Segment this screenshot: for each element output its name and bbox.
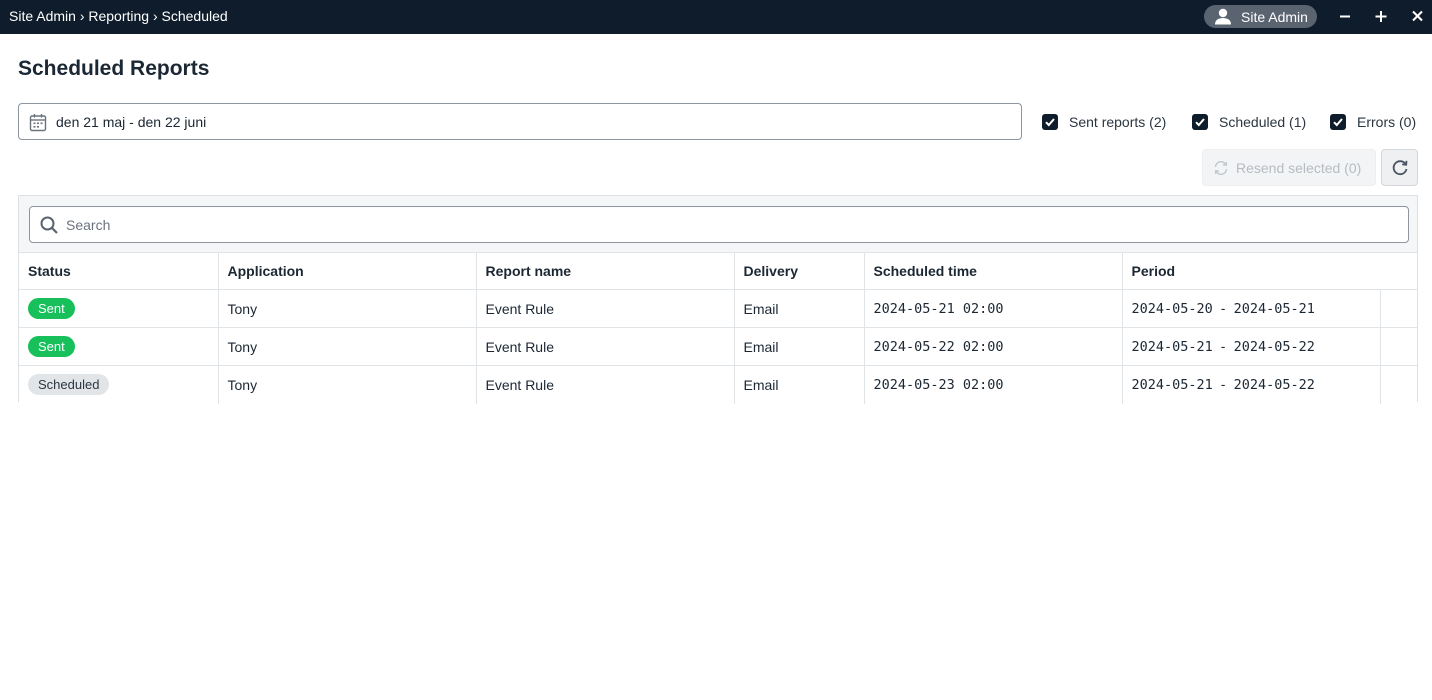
minimize-icon bbox=[1340, 15, 1350, 18]
delivery-cell: Email bbox=[734, 289, 865, 328]
minimize-button[interactable] bbox=[1335, 6, 1355, 26]
refresh-icon bbox=[1392, 160, 1408, 176]
scheduled-time-cell: 2024-05-21 02:00 bbox=[864, 289, 1123, 328]
search-input[interactable] bbox=[66, 215, 1386, 235]
period-cell: 2024-05-21 - 2024-05-22 bbox=[1122, 365, 1381, 404]
period-start: 2024-05-21 bbox=[1131, 338, 1213, 355]
delivery-cell: Email bbox=[734, 327, 865, 366]
scheduled-time: 02:00 bbox=[962, 376, 1004, 393]
period-end: 2024-05-22 bbox=[1233, 338, 1315, 355]
column-header-scheduled-time[interactable]: Scheduled time bbox=[864, 252, 1123, 290]
resend-icon bbox=[1214, 161, 1228, 175]
report-name-cell: Event Rule bbox=[476, 365, 735, 404]
status-badge: Sent bbox=[28, 298, 75, 319]
report-name-cell: Event Rule bbox=[476, 327, 735, 366]
column-header-status[interactable]: Status bbox=[19, 252, 219, 290]
search-box[interactable] bbox=[29, 206, 1409, 243]
scheduled-time-cell: 2024-05-22 02:00 bbox=[864, 327, 1123, 366]
application-cell: Tony bbox=[218, 365, 477, 404]
column-header-application[interactable]: Application bbox=[218, 252, 477, 290]
status-badge: Sent bbox=[28, 336, 75, 357]
checkbox-checked-icon bbox=[1330, 114, 1346, 130]
period-separator: - bbox=[1220, 376, 1226, 392]
reports-table: Status Application Report name Delivery … bbox=[19, 252, 1418, 404]
period-separator: - bbox=[1220, 300, 1226, 316]
period-start: 2024-05-21 bbox=[1131, 376, 1213, 393]
resend-selected-button[interactable]: Resend selected (0) bbox=[1202, 149, 1376, 186]
maximize-button[interactable] bbox=[1371, 6, 1391, 26]
sent-reports-label: Sent reports (2) bbox=[1069, 114, 1167, 130]
errors-label: Errors (0) bbox=[1357, 114, 1417, 130]
report-name-cell: Event Rule bbox=[476, 289, 735, 328]
table-row[interactable]: Sent Tony Event Rule Email 2024-05-22 02… bbox=[19, 327, 1418, 366]
period-start: 2024-05-20 bbox=[1131, 300, 1213, 317]
scheduled-date: 2024-05-23 bbox=[873, 376, 955, 393]
status-badge: Scheduled bbox=[28, 374, 110, 396]
calendar-icon bbox=[29, 114, 47, 132]
period-end: 2024-05-21 bbox=[1233, 300, 1315, 317]
title-bar: Site Admin › Reporting › Scheduled Site … bbox=[0, 0, 1432, 34]
row-actions-cell[interactable] bbox=[1380, 289, 1418, 328]
application-cell: Tony bbox=[218, 289, 477, 328]
scheduled-date: 2024-05-21 bbox=[873, 300, 955, 317]
column-header-period[interactable]: Period bbox=[1122, 252, 1418, 290]
errors-checkbox[interactable]: Errors (0) bbox=[1330, 113, 1416, 131]
scheduled-time: 02:00 bbox=[962, 300, 1004, 317]
status-cell: Scheduled bbox=[19, 365, 219, 404]
search-icon bbox=[40, 216, 58, 234]
period-separator: - bbox=[1220, 338, 1226, 354]
checkbox-checked-icon bbox=[1192, 114, 1208, 130]
scheduled-checkbox[interactable]: Scheduled (1) bbox=[1192, 113, 1306, 131]
delivery-cell: Email bbox=[734, 365, 865, 404]
resend-selected-label: Resend selected (0) bbox=[1236, 160, 1362, 176]
page-title: Scheduled Reports bbox=[18, 57, 210, 80]
close-button[interactable] bbox=[1408, 6, 1428, 26]
scheduled-time-cell: 2024-05-23 02:00 bbox=[864, 365, 1123, 404]
period-cell: 2024-05-20 - 2024-05-21 bbox=[1122, 289, 1381, 328]
row-actions-cell[interactable] bbox=[1380, 327, 1418, 366]
scheduled-time: 02:00 bbox=[962, 338, 1004, 355]
column-header-report-name[interactable]: Report name bbox=[476, 252, 735, 290]
close-icon bbox=[1412, 10, 1423, 22]
user-icon bbox=[1215, 8, 1231, 25]
table-header-row: Status Application Report name Delivery … bbox=[19, 252, 1418, 290]
column-header-delivery[interactable]: Delivery bbox=[734, 252, 865, 290]
reports-panel: Status Application Report name Delivery … bbox=[18, 195, 1418, 404]
period-end: 2024-05-22 bbox=[1233, 376, 1315, 393]
status-cell: Sent bbox=[19, 327, 219, 366]
plus-icon bbox=[1375, 11, 1387, 22]
period-cell: 2024-05-21 - 2024-05-22 bbox=[1122, 327, 1381, 366]
date-range-picker[interactable]: den 21 maj - den 22 juni bbox=[18, 103, 1022, 140]
sent-reports-checkbox[interactable]: Sent reports (2) bbox=[1042, 113, 1166, 131]
user-menu-button[interactable]: Site Admin bbox=[1204, 5, 1317, 28]
table-row[interactable]: Scheduled Tony Event Rule Email 2024-05-… bbox=[19, 365, 1418, 404]
checkbox-checked-icon bbox=[1042, 114, 1058, 130]
user-name: Site Admin bbox=[1241, 9, 1308, 25]
date-range-value: den 21 maj - den 22 juni bbox=[56, 114, 207, 130]
scheduled-label: Scheduled (1) bbox=[1219, 114, 1307, 130]
breadcrumb: Site Admin › Reporting › Scheduled bbox=[9, 8, 228, 24]
status-cell: Sent bbox=[19, 289, 219, 328]
row-actions-cell[interactable] bbox=[1380, 365, 1418, 404]
refresh-button[interactable] bbox=[1381, 149, 1418, 186]
application-cell: Tony bbox=[218, 327, 477, 366]
scheduled-date: 2024-05-22 bbox=[873, 338, 955, 355]
table-row[interactable]: Sent Tony Event Rule Email 2024-05-21 02… bbox=[19, 289, 1418, 328]
